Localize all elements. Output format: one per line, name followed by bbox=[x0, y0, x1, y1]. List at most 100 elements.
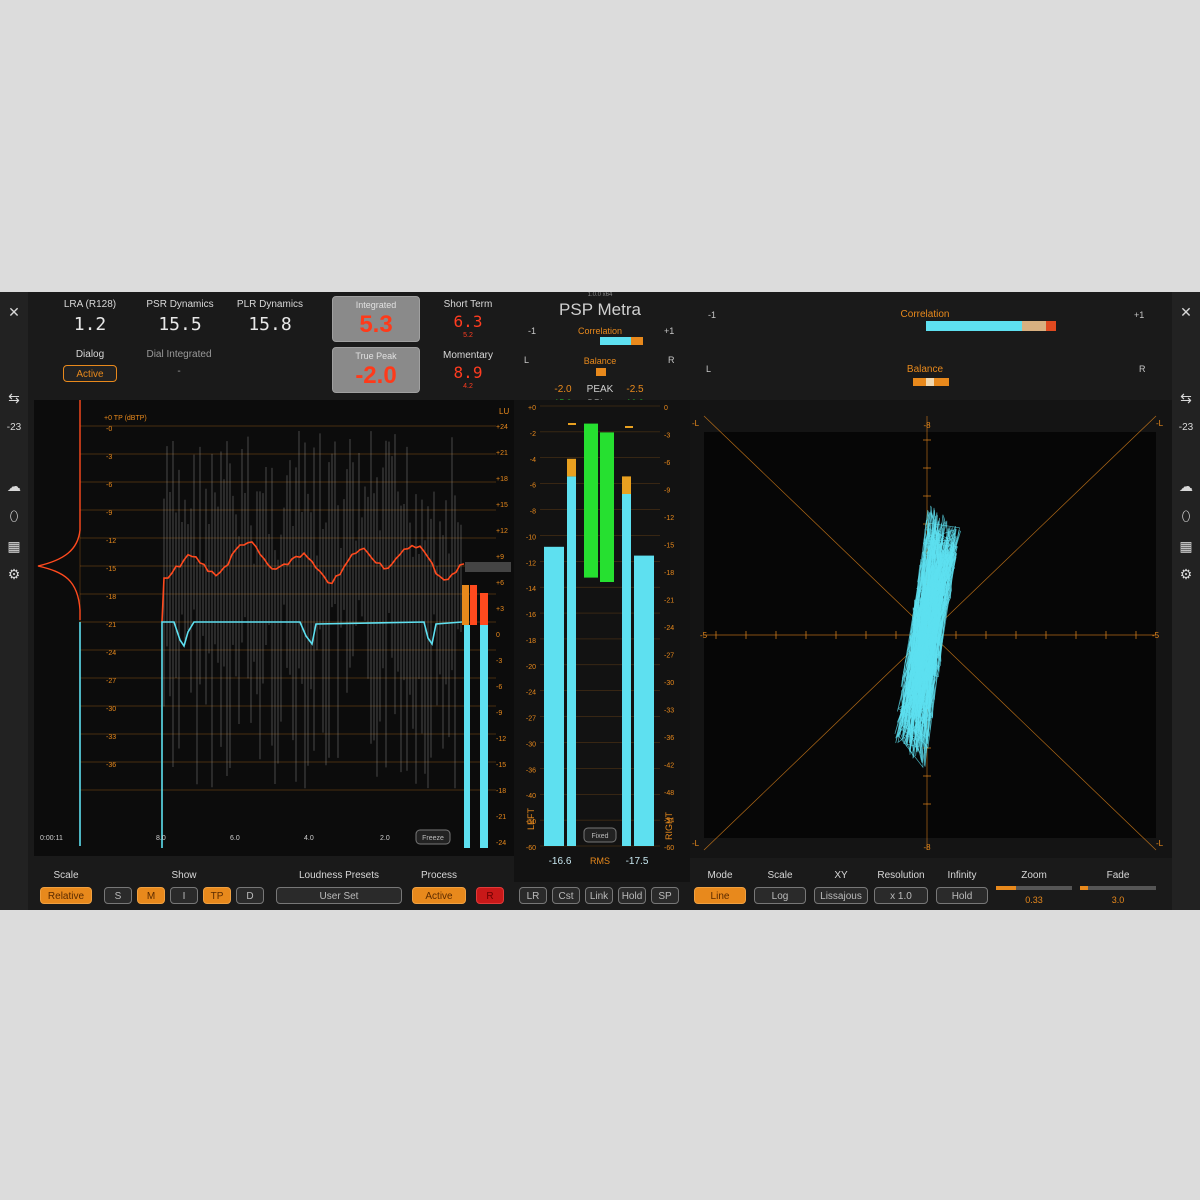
history-left-tick: -6 bbox=[106, 482, 112, 489]
psr-value: 15.5 bbox=[158, 314, 202, 335]
meter-left-tick: -10 bbox=[526, 534, 536, 541]
show-m-button[interactable]: M bbox=[137, 887, 165, 904]
scope-axis-left: -5 bbox=[700, 631, 708, 640]
process-active-button[interactable]: Active bbox=[412, 887, 466, 904]
collapse-icon[interactable]: ✕ bbox=[1176, 302, 1196, 322]
collapse-icon[interactable]: ✕ bbox=[4, 302, 24, 322]
history-right-tick: +9 bbox=[496, 554, 504, 561]
freeze-button[interactable]: Freeze bbox=[422, 835, 444, 842]
vectorscope: -8 -8 -5 -5 -L -L -L -L bbox=[690, 400, 1172, 858]
fade-value: 3.0 bbox=[1111, 895, 1125, 905]
meter-lr-button[interactable]: LR bbox=[519, 887, 547, 904]
meter-bar-r-peak-top bbox=[622, 476, 631, 494]
reference-icon[interactable]: -23 bbox=[1176, 418, 1196, 438]
integrated-value: 5.3 bbox=[359, 311, 393, 338]
scope-corr-neg: -1 bbox=[708, 310, 717, 320]
show-i-button[interactable]: I bbox=[170, 887, 198, 904]
rms-label: RMS bbox=[590, 856, 610, 866]
true-peak-value: -2.0 bbox=[355, 362, 397, 389]
meter-left-tick: -12 bbox=[526, 560, 536, 567]
meter-view-icon[interactable]: ▦ bbox=[1176, 536, 1196, 556]
meter-right-tick: 0 bbox=[664, 405, 668, 412]
scope-bal-r: R bbox=[1139, 364, 1146, 374]
history-left-tick: -18 bbox=[106, 594, 116, 601]
link-icon[interactable]: ⇆ bbox=[4, 388, 24, 408]
meter-view-icon[interactable]: ▦ bbox=[4, 536, 24, 556]
reference-icon[interactable]: -23 bbox=[4, 418, 24, 438]
history-time-tick: 8.0 bbox=[156, 835, 166, 842]
show-tp-button[interactable]: TP bbox=[203, 887, 231, 904]
history-right-tick: -6 bbox=[496, 684, 502, 691]
history-left-tick: -0 bbox=[106, 426, 112, 433]
scope-corner-tr: -L bbox=[1156, 419, 1164, 428]
history-left-tick: -21 bbox=[106, 622, 116, 629]
history-right-tick: +18 bbox=[496, 476, 508, 483]
fade-slider[interactable] bbox=[1080, 886, 1156, 890]
xy-label: XY bbox=[834, 870, 848, 881]
mode-line-button[interactable]: Line bbox=[694, 887, 746, 904]
fixed-button[interactable]: Fixed bbox=[591, 833, 608, 840]
settings-gear-icon[interactable]: ⚙ bbox=[1176, 564, 1196, 584]
meter-left-tick: -8 bbox=[530, 509, 536, 516]
meter-right-tick: -48 bbox=[664, 790, 674, 797]
settings-gear-icon[interactable]: ⚙ bbox=[4, 564, 24, 584]
scope-view-icon[interactable]: ⬯ bbox=[4, 506, 24, 526]
scope-axis-bottom: -8 bbox=[923, 843, 931, 852]
loudness-view-icon[interactable]: ☁ bbox=[1176, 476, 1196, 496]
scale-label: Scale bbox=[53, 870, 79, 881]
meter-sp-button[interactable]: SP bbox=[651, 887, 679, 904]
show-d-button[interactable]: D bbox=[236, 887, 264, 904]
infinity-hold-button[interactable]: Hold bbox=[936, 887, 988, 904]
meter-left-tick: -14 bbox=[526, 586, 536, 593]
meter-bar-l-peak-top bbox=[567, 458, 576, 477]
loudness-view-icon[interactable]: ☁ bbox=[4, 476, 24, 496]
momentary-label: Momentary bbox=[442, 350, 493, 361]
scope-axis-right: -5 bbox=[1152, 631, 1160, 640]
scope-correlation-peak bbox=[1022, 321, 1046, 331]
history-right-tick: +3 bbox=[496, 606, 504, 613]
resolution-button[interactable]: x 1.0 bbox=[874, 887, 928, 904]
meter-right-tick: -3 bbox=[664, 433, 670, 440]
left-sidebar: ✕ ⇆ -23 ☁ ⬯ ▦ ⚙ bbox=[0, 292, 28, 910]
history-left-tick: -33 bbox=[106, 734, 116, 741]
history-time-tick: 2.0 bbox=[380, 835, 390, 842]
meter-corr-neg: -1 bbox=[528, 326, 537, 336]
history-left-tick: -36 bbox=[106, 762, 116, 769]
show-s-button[interactable]: S bbox=[104, 887, 132, 904]
loudness-history-graph: +0 TP (dBTP) LU -0 -3 -6 -9 -12 -15 -18 -21 -24 -… bbox=[34, 400, 514, 856]
history-time-tick: 0:00:11 bbox=[40, 835, 63, 842]
meter-hold-button[interactable]: Hold bbox=[618, 887, 646, 904]
show-label: Show bbox=[171, 870, 197, 881]
scope-balance-center bbox=[926, 378, 934, 386]
dialog-active-button[interactable]: Active bbox=[63, 365, 117, 382]
xy-lissajous-button[interactable]: Lissajous bbox=[814, 887, 868, 904]
version-label: 1.0.0 x64 bbox=[587, 292, 613, 298]
momentary-value: 8.9 bbox=[453, 363, 483, 382]
meter-left-tick: -20 bbox=[526, 664, 536, 671]
meter-right-tick: -33 bbox=[664, 708, 674, 715]
meter-left-tick: -6 bbox=[530, 483, 536, 490]
zoom-slider-fill bbox=[996, 886, 1016, 890]
integrated-box: Integrated 5.3 bbox=[332, 296, 420, 342]
meter-bal-r: R bbox=[668, 355, 675, 365]
link-icon[interactable]: ⇆ bbox=[1176, 388, 1196, 408]
scale-relative-button[interactable]: Relative bbox=[40, 887, 92, 904]
presets-dropdown[interactable]: User Set bbox=[276, 887, 402, 904]
meter-left-tick: -4 bbox=[530, 457, 536, 464]
meter-link-button[interactable]: Link bbox=[585, 887, 613, 904]
history-right-tick: +21 bbox=[496, 450, 508, 457]
scope-view-icon[interactable]: ⬯ bbox=[1176, 506, 1196, 526]
scope-corr-pos: +1 bbox=[1134, 310, 1145, 320]
meter-right-tick: -6 bbox=[664, 460, 670, 467]
meter-cst-button[interactable]: Cst bbox=[552, 887, 580, 904]
meter-right-tick: -9 bbox=[664, 488, 670, 495]
process-label: Process bbox=[420, 870, 458, 881]
scope-scale-button[interactable]: Log bbox=[754, 887, 806, 904]
lra-label: LRA (R128) bbox=[63, 299, 117, 310]
meter-right-tick: -24 bbox=[664, 625, 674, 632]
meter-right-tick: -60 bbox=[664, 845, 674, 852]
plr-label: PLR Dynamics bbox=[236, 299, 304, 310]
zoom-value: 0.33 bbox=[1025, 895, 1043, 905]
reset-button[interactable]: R bbox=[476, 887, 504, 904]
history-right-tick: -9 bbox=[496, 710, 502, 717]
